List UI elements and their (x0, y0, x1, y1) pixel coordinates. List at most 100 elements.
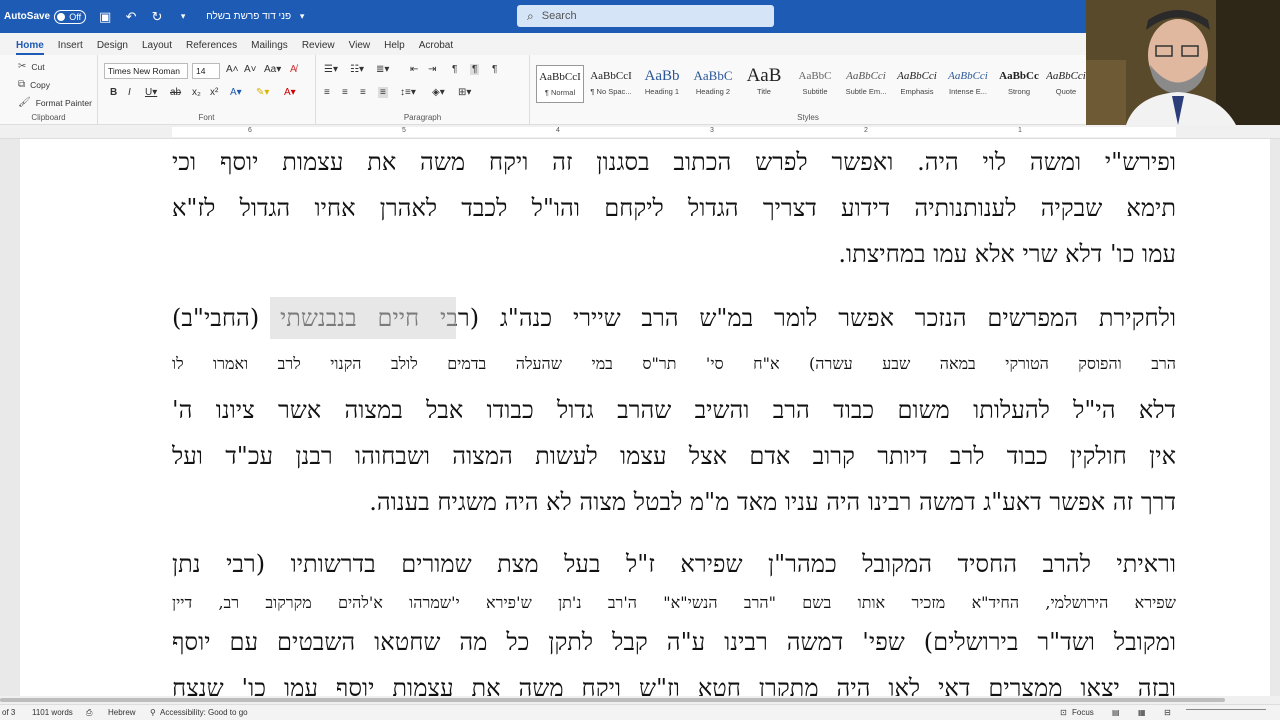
align-right-icon[interactable]: ≡ (360, 87, 366, 98)
underline-icon[interactable]: U▾ (145, 87, 157, 98)
subscript-icon[interactable]: x₂ (192, 87, 201, 98)
ltr-direction-icon[interactable]: ¶ (470, 64, 480, 75)
bullets-icon[interactable]: ☰▾ (324, 64, 338, 75)
word-count[interactable]: 1101 words (32, 708, 73, 717)
clear-formatting-icon[interactable]: A̸ (290, 64, 297, 75)
format-painter-button[interactable]: 🖌 Format Painter (18, 97, 92, 108)
style-preview: AaBbC (693, 68, 733, 83)
text-selection-highlight (270, 297, 456, 339)
chevron-down-icon[interactable]: ▾ (295, 10, 309, 24)
tab-view[interactable]: View (349, 40, 371, 55)
tab-layout[interactable]: Layout (142, 40, 172, 55)
bold-icon[interactable]: B (110, 87, 117, 98)
cut-button[interactable]: ✂ Cut (18, 61, 45, 72)
font-color-icon[interactable]: A▾ (284, 87, 296, 98)
style-no-spacing[interactable]: AaBbCcI ¶ No Spac... (587, 65, 635, 103)
decrease-indent-icon[interactable]: ⇤ (410, 64, 418, 75)
shading-icon[interactable]: ◈▾ (432, 87, 445, 98)
superscript-icon[interactable]: x² (210, 87, 218, 98)
style-name: Subtitle (802, 87, 828, 96)
style-quote[interactable]: AaBbCci Quote (1046, 65, 1086, 103)
read-mode-icon[interactable]: ▤ (1112, 708, 1120, 717)
highlight-color-icon[interactable]: ✎▾ (256, 87, 269, 98)
zoom-slider[interactable] (1186, 709, 1266, 717)
style-preview: AaBbCci (1046, 70, 1086, 82)
web-layout-icon[interactable]: ⊟ (1164, 708, 1171, 717)
align-left-icon[interactable]: ≡ (324, 87, 330, 98)
save-icon[interactable]: ▣ (98, 9, 112, 24)
font-size-dropdown[interactable]: 14 (192, 63, 220, 79)
tab-mailings[interactable]: Mailings (251, 40, 288, 55)
multilevel-list-icon[interactable]: ≣▾ (376, 64, 389, 75)
redo-icon[interactable]: ↻ (150, 9, 164, 24)
paintbrush-icon: 🖌 (18, 97, 31, 108)
ruler-tick: 3 (710, 127, 714, 134)
text-line: ופירש"י ומשה לוי היה. ואפשר לפרש הכתוב ב… (172, 148, 1176, 176)
style-name: Intense E... (949, 87, 987, 96)
justify-icon[interactable]: ≡ (378, 87, 388, 98)
style-subtitle[interactable]: AaBbC Subtitle (791, 65, 839, 103)
tab-design[interactable]: Design (97, 40, 128, 55)
tab-references[interactable]: References (186, 40, 237, 55)
change-case-icon[interactable]: Aa▾ (264, 64, 281, 75)
customize-quick-access-icon[interactable]: ▾ (176, 10, 190, 24)
print-layout-icon[interactable]: ▦ (1138, 708, 1146, 717)
tab-review[interactable]: Review (302, 40, 335, 55)
paragraph-3[interactable]: וראיתי להרב החסיד המקובל כמהר"ן שפירא ז"… (172, 541, 1176, 696)
accessibility-icon: ⚲ (150, 708, 156, 717)
style-intense-emphasis[interactable]: AaBbCci Intense E... (944, 65, 992, 103)
strikethrough-icon[interactable]: ab (170, 87, 181, 98)
style-title[interactable]: AaB Title (740, 65, 788, 103)
show-marks-icon[interactable]: ¶ (492, 64, 497, 75)
focus-button[interactable]: Focus (1072, 708, 1094, 717)
tab-home[interactable]: Home (16, 40, 44, 55)
copy-button[interactable]: ⧉ Copy (18, 79, 50, 90)
numbering-icon[interactable]: ☷▾ (350, 64, 364, 75)
font-name-dropdown[interactable]: Times New Roman (104, 63, 188, 79)
document-title[interactable]: פני דוד פרשת בשלח (206, 11, 291, 22)
style-preview: AaBb (644, 68, 680, 84)
copy-label: Copy (30, 79, 50, 90)
text-effects-icon[interactable]: A▾ (230, 87, 242, 98)
text-line: תימא שבקיה לענותנותיה דידוע דצריך הגדול … (172, 194, 1176, 222)
focus-icon: ⊡ (1060, 708, 1067, 717)
borders-icon[interactable]: ⊞▾ (458, 87, 471, 98)
grow-font-icon[interactable]: A˄ (226, 64, 239, 75)
tab-acrobat[interactable]: Acrobat (419, 40, 453, 55)
document-page[interactable]: ופירש"י ומשה לוי היה. ואפשר לפרש הכתוב ב… (20, 139, 1270, 696)
tab-insert[interactable]: Insert (58, 40, 83, 55)
style-emphasis[interactable]: AaBbCci Emphasis (893, 65, 941, 103)
style-heading-1[interactable]: AaBb Heading 1 (638, 65, 686, 103)
style-name: Title (757, 87, 771, 96)
increase-indent-icon[interactable]: ⇥ (428, 64, 436, 75)
align-center-icon[interactable]: ≡ (342, 87, 348, 98)
proofing-icon[interactable]: ⎙ (86, 708, 92, 718)
text-line: דלא הי"ל להעלותו משום כבוד הרב והשיב שהר… (172, 396, 1176, 424)
search-box[interactable]: ⌕ Search (517, 5, 774, 27)
horizontal-ruler[interactable]: 6 5 4 3 2 1 (0, 125, 1280, 139)
rtl-direction-icon[interactable]: ¶ (452, 64, 457, 75)
horizontal-scrollbar[interactable] (0, 696, 1280, 704)
style-name: Subtle Em... (845, 87, 887, 96)
style-preview: AaBbCci (897, 70, 937, 82)
style-heading-2[interactable]: AaBbC Heading 2 (689, 65, 737, 103)
styles-group-label: Styles (797, 113, 819, 122)
style-normal[interactable]: AaBbCcI ¶ Normal (536, 65, 584, 103)
autosave-toggle[interactable]: Off (54, 9, 87, 24)
italic-icon[interactable]: I (128, 87, 131, 98)
undo-icon[interactable]: ↶ (124, 9, 138, 24)
shrink-font-icon[interactable]: A˅ (244, 64, 257, 75)
style-preview: AaBbCci (846, 70, 886, 82)
accessibility-status[interactable]: Accessibility: Good to go (160, 708, 248, 717)
tab-help[interactable]: Help (384, 40, 405, 55)
ribbon: ✂ Cut ⧉ Copy 🖌 Format Painter Clipboard Tim… (0, 55, 1086, 125)
page-count[interactable]: of 3 (2, 708, 15, 717)
style-preview: AaBbCcI (590, 70, 632, 82)
language[interactable]: Hebrew (108, 708, 136, 717)
line-spacing-icon[interactable]: ↕≡▾ (400, 87, 416, 98)
scrollbar-thumb[interactable] (0, 698, 1225, 702)
font-group: Times New Roman 14 A˄ A˅ Aa▾ A̸ B I U▾ a… (98, 55, 316, 125)
paragraph-1[interactable]: ופירש"י ומשה לוי היה. ואפשר לפרש הכתוב ב… (172, 139, 1176, 277)
style-strong[interactable]: AaBbCc Strong (995, 65, 1043, 103)
style-subtle-emphasis[interactable]: AaBbCci Subtle Em... (842, 65, 890, 103)
